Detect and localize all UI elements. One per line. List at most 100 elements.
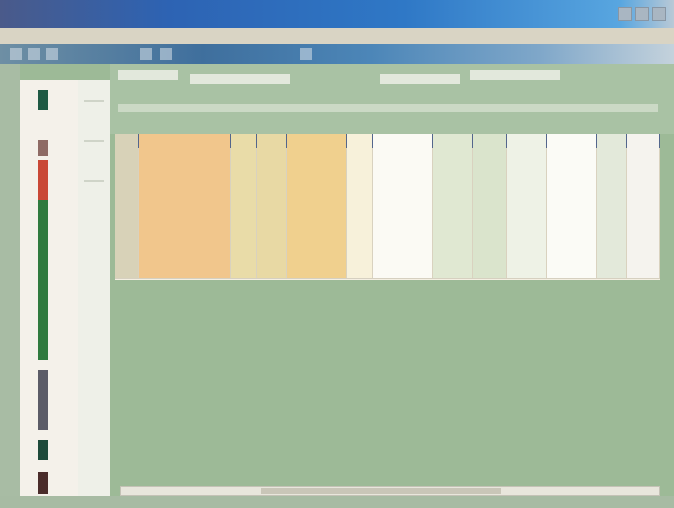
table-cell[interactable] [257, 158, 287, 168]
table-cell[interactable] [473, 268, 507, 278]
nav-icon[interactable] [38, 90, 48, 110]
table-cell[interactable] [627, 248, 660, 258]
table-cell[interactable] [347, 148, 373, 158]
table-cell[interactable] [373, 198, 433, 208]
table-cell[interactable] [139, 188, 231, 198]
table-cell[interactable] [115, 238, 139, 248]
table-cell[interactable] [547, 158, 597, 168]
column-header[interactable] [373, 134, 433, 148]
table-cell[interactable] [473, 208, 507, 218]
table-cell[interactable] [139, 168, 231, 178]
table-cell[interactable] [347, 228, 373, 238]
table-cell[interactable] [547, 228, 597, 238]
table-cell[interactable] [257, 268, 287, 278]
table-cell[interactable] [347, 258, 373, 268]
table-cell[interactable] [433, 158, 473, 168]
table-cell[interactable] [231, 228, 257, 238]
table-cell[interactable] [627, 238, 660, 248]
table-cell[interactable] [507, 178, 547, 188]
column-header[interactable] [597, 134, 627, 148]
table-cell[interactable] [373, 158, 433, 168]
table-cell[interactable] [257, 228, 287, 238]
table-cell[interactable] [433, 208, 473, 218]
table-cell[interactable] [115, 218, 139, 228]
table-cell[interactable] [507, 168, 547, 178]
table-cell[interactable] [433, 188, 473, 198]
table-cell[interactable] [373, 228, 433, 238]
table-cell[interactable] [473, 228, 507, 238]
table-cell[interactable] [139, 218, 231, 228]
table-cell[interactable] [433, 268, 473, 278]
toolbar-button[interactable] [140, 48, 152, 60]
table-cell[interactable] [433, 248, 473, 258]
table-cell[interactable] [507, 268, 547, 278]
table-cell[interactable] [139, 268, 231, 278]
table-cell[interactable] [231, 198, 257, 208]
table-cell[interactable] [473, 218, 507, 228]
table-cell[interactable] [433, 228, 473, 238]
table-cell[interactable] [627, 148, 660, 158]
column-header[interactable] [257, 134, 287, 148]
table-cell[interactable] [287, 188, 347, 198]
table-cell[interactable] [547, 238, 597, 248]
table-cell[interactable] [257, 188, 287, 198]
table-cell[interactable] [373, 248, 433, 258]
table-cell[interactable] [115, 208, 139, 218]
table-cell[interactable] [347, 168, 373, 178]
table-cell[interactable] [597, 248, 627, 258]
toolbar-button[interactable] [300, 48, 312, 60]
table-cell[interactable] [547, 248, 597, 258]
table-cell[interactable] [547, 188, 597, 198]
column-header[interactable] [287, 134, 347, 148]
table-cell[interactable] [597, 168, 627, 178]
table-cell[interactable] [287, 208, 347, 218]
table-cell[interactable] [257, 248, 287, 258]
table-cell[interactable] [257, 238, 287, 248]
table-cell[interactable] [139, 148, 231, 158]
table-cell[interactable] [433, 168, 473, 178]
table-cell[interactable] [373, 178, 433, 188]
column-header[interactable] [231, 134, 257, 148]
table-cell[interactable] [287, 248, 347, 258]
table-cell[interactable] [507, 228, 547, 238]
table-cell[interactable] [287, 258, 347, 268]
table-cell[interactable] [473, 168, 507, 178]
toolbar-button[interactable] [160, 48, 172, 60]
table-cell[interactable] [597, 258, 627, 268]
table-cell[interactable] [287, 228, 347, 238]
table-cell[interactable] [373, 218, 433, 228]
table-cell[interactable] [139, 158, 231, 168]
table-cell[interactable] [287, 218, 347, 228]
table-cell[interactable] [373, 258, 433, 268]
table-cell[interactable] [433, 178, 473, 188]
nav-icon[interactable] [38, 370, 48, 430]
close-icon[interactable] [652, 7, 666, 21]
table-cell[interactable] [139, 248, 231, 258]
table-cell[interactable] [231, 178, 257, 188]
table-cell[interactable] [373, 268, 433, 278]
table-cell[interactable] [231, 258, 257, 268]
nav-icon[interactable] [38, 200, 48, 360]
table-cell[interactable] [231, 188, 257, 198]
table-cell[interactable] [115, 188, 139, 198]
table-cell[interactable] [139, 198, 231, 208]
table-cell[interactable] [231, 238, 257, 248]
table-cell[interactable] [347, 198, 373, 208]
toolbar-button[interactable] [28, 48, 40, 60]
table-cell[interactable] [347, 268, 373, 278]
table-cell[interactable] [473, 158, 507, 168]
header-field[interactable] [470, 70, 560, 80]
table-cell[interactable] [597, 188, 627, 198]
table-cell[interactable] [597, 178, 627, 188]
column-header[interactable] [347, 134, 373, 148]
table-cell[interactable] [433, 258, 473, 268]
table-cell[interactable] [231, 218, 257, 228]
table-cell[interactable] [627, 188, 660, 198]
table-cell[interactable] [507, 238, 547, 248]
table-cell[interactable] [139, 258, 231, 268]
task-item[interactable] [84, 140, 104, 142]
table-cell[interactable] [139, 238, 231, 248]
table-cell[interactable] [627, 208, 660, 218]
table-cell[interactable] [473, 198, 507, 208]
table-cell[interactable] [115, 158, 139, 168]
